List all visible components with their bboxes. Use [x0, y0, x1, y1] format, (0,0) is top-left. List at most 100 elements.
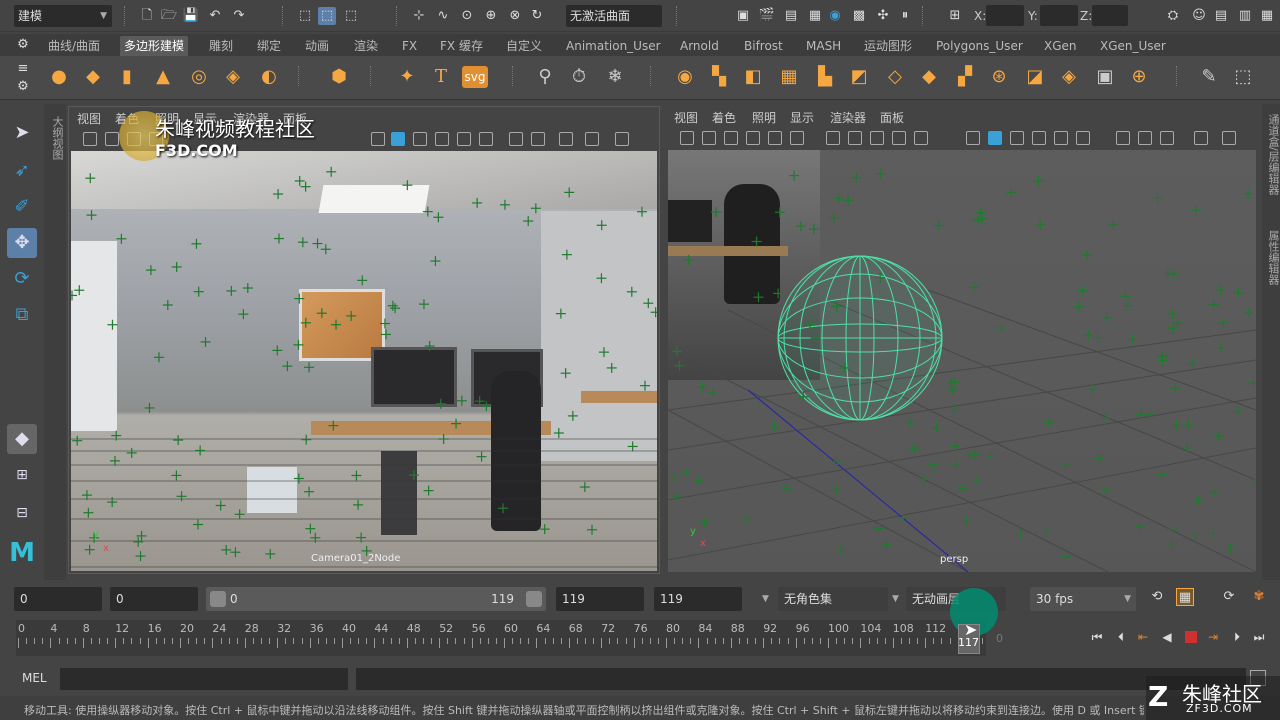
poly-type-icon[interactable]: T: [428, 64, 454, 90]
smooth-shade-icon[interactable]: [391, 132, 405, 146]
coord-z-field[interactable]: [1092, 5, 1128, 26]
isolate-icon[interactable]: [1138, 131, 1152, 145]
outliner-tab-strip[interactable]: 大纲视图: [44, 104, 66, 580]
separate-icon[interactable]: ▚: [706, 64, 732, 90]
scene-end-field[interactable]: 119: [654, 587, 742, 611]
range-handle-left[interactable]: [210, 591, 226, 607]
textured-icon[interactable]: [1032, 131, 1046, 145]
step-back-key-icon[interactable]: ⏴: [1112, 628, 1130, 646]
safe-title-icon[interactable]: [914, 131, 928, 145]
tab-fx[interactable]: FX: [398, 36, 421, 56]
new-scene-icon[interactable]: 🗋: [138, 7, 156, 25]
bridge-icon[interactable]: ▙: [812, 64, 838, 90]
camera-icon[interactable]: [83, 132, 97, 146]
attribute-editor-tab[interactable]: 属性编辑器: [1265, 230, 1280, 285]
wireframe-icon[interactable]: [966, 131, 980, 145]
snap-curve-icon[interactable]: ∿: [434, 7, 452, 25]
character-set-dropdown[interactable]: 无角色集: [778, 587, 888, 611]
coord-y-field[interactable]: [1040, 5, 1078, 26]
playback-end-field[interactable]: 119: [556, 587, 644, 611]
snap-live-icon[interactable]: ↻: [528, 7, 546, 25]
smooth-icon[interactable]: ▦: [776, 64, 802, 90]
save-scene-icon[interactable]: 💾: [182, 7, 200, 25]
live-surface-field[interactable]: 无激活曲面: [566, 5, 662, 27]
field-chart-icon[interactable]: [870, 131, 884, 145]
hypershade-icon[interactable]: ◉: [826, 7, 844, 25]
tab-poly-modeling[interactable]: 多边形建模: [120, 36, 189, 56]
render-frame-icon[interactable]: 🎬: [758, 7, 776, 25]
paint-select-tool-icon[interactable]: ✐: [7, 192, 37, 222]
append-icon[interactable]: ◆: [916, 64, 942, 90]
undo-icon[interactable]: ↶: [206, 7, 224, 25]
color-management-icon[interactable]: [1194, 131, 1208, 145]
time-ruler[interactable]: 0 4 8 12 16 20 24 28 32 36 40 44 48 52 56 60 64 68 72 76 80 8…: [16, 620, 986, 656]
textured-icon[interactable]: [435, 132, 449, 146]
xray-icon[interactable]: [509, 132, 523, 146]
xray-icon[interactable]: [1116, 131, 1130, 145]
scale-tool-icon[interactable]: ⧉: [7, 300, 37, 330]
camera-lock-icon[interactable]: [702, 131, 716, 145]
right-viewport-canvas[interactable]: persp y x: [668, 150, 1256, 572]
uv-sphere-icon[interactable]: ⊕: [1126, 64, 1152, 90]
render-view-icon[interactable]: ▣: [734, 7, 752, 25]
command-input[interactable]: [60, 668, 348, 690]
platonic-solid-icon[interactable]: ⬢: [326, 64, 352, 90]
play-backwards-icon[interactable]: ◀: [1158, 628, 1176, 646]
loop-icon[interactable]: ⟲: [1148, 588, 1166, 606]
snap-point-icon[interactable]: ⊙: [458, 7, 476, 25]
tab-custom[interactable]: 自定义: [502, 36, 546, 56]
super-shape-star-icon[interactable]: ✦: [394, 64, 420, 90]
shelf-settings-icon[interactable]: ⚙: [14, 36, 32, 54]
arnold-render-icon[interactable]: ▩: [850, 7, 868, 25]
outliner-toggle-icon[interactable]: ▦: [1258, 7, 1276, 25]
mirror-icon[interactable]: ⊛: [986, 64, 1012, 90]
lights-icon[interactable]: [1054, 131, 1068, 145]
pause-icon[interactable]: ⏸: [896, 7, 914, 25]
select-object-icon[interactable]: ⬚: [318, 7, 336, 25]
boolean-icon[interactable]: ◈: [1056, 64, 1082, 90]
scene-start-field[interactable]: 0: [14, 587, 102, 611]
tab-xgen[interactable]: XGen: [1040, 36, 1081, 56]
sphere-dots-icon[interactable]: ❄: [602, 64, 628, 90]
image-plane-icon[interactable]: [746, 131, 760, 145]
gamma-icon[interactable]: [559, 132, 573, 146]
left-viewport-canvas[interactable]: Camera01_2Node y x: [71, 151, 657, 571]
film-gate-icon[interactable]: [790, 131, 804, 145]
ipr-render-icon[interactable]: ▤: [782, 7, 800, 25]
step-back-frame-icon[interactable]: ⇤: [1134, 628, 1152, 646]
vp-menu-view[interactable]: 视图: [674, 109, 698, 126]
isolate-icon[interactable]: [531, 132, 545, 146]
move-tool-icon[interactable]: ✥: [7, 228, 37, 258]
wireframe-icon[interactable]: [371, 132, 385, 146]
vp-menu-show[interactable]: 显示: [790, 109, 814, 126]
menu-set-dropdown[interactable]: 建模 ▼: [14, 5, 112, 27]
channel-box-toggle-icon[interactable]: ▥: [1236, 7, 1254, 25]
resolution-gate-icon[interactable]: [826, 131, 840, 145]
tab-animation[interactable]: 动画: [301, 36, 333, 56]
poly-cube-icon[interactable]: ◆: [80, 64, 106, 90]
poly-cone-icon[interactable]: ▲: [150, 64, 176, 90]
color-management-icon[interactable]: [585, 132, 599, 146]
extrude-icon[interactable]: ◧: [740, 64, 766, 90]
snap-surface-icon[interactable]: ⊗: [506, 7, 524, 25]
shadows-icon[interactable]: [479, 132, 493, 146]
custom-tool-icon[interactable]: ⏱: [566, 64, 592, 90]
go-to-end-icon[interactable]: ⏭: [1250, 628, 1268, 646]
tab-fx-caching[interactable]: FX 缓存: [436, 36, 487, 56]
camera-lock-icon[interactable]: [105, 132, 119, 146]
shadows-icon[interactable]: [1076, 131, 1090, 145]
step-forward-key-icon[interactable]: ⏵: [1228, 628, 1246, 646]
gate-mask-icon[interactable]: [848, 131, 862, 145]
select-tool-icon[interactable]: ➤: [7, 118, 37, 148]
tab-rigging[interactable]: 绑定: [253, 36, 285, 56]
vp-menu-renderer[interactable]: 渲染器: [830, 109, 866, 126]
tab-sculpting[interactable]: 雕刻: [205, 36, 237, 56]
safe-action-icon[interactable]: [892, 131, 906, 145]
poly-cylinder-icon[interactable]: ▮: [114, 64, 140, 90]
stop-icon[interactable]: [1182, 628, 1200, 646]
anim-prefs-icon[interactable]: ⟳: [1220, 588, 1238, 606]
poly-torus-icon[interactable]: ◎: [186, 64, 212, 90]
auto-key-icon[interactable]: ▦: [1176, 588, 1194, 606]
tab-xgen-user[interactable]: XGen_User: [1096, 36, 1170, 56]
select-region-icon[interactable]: ⬚: [1230, 64, 1256, 90]
